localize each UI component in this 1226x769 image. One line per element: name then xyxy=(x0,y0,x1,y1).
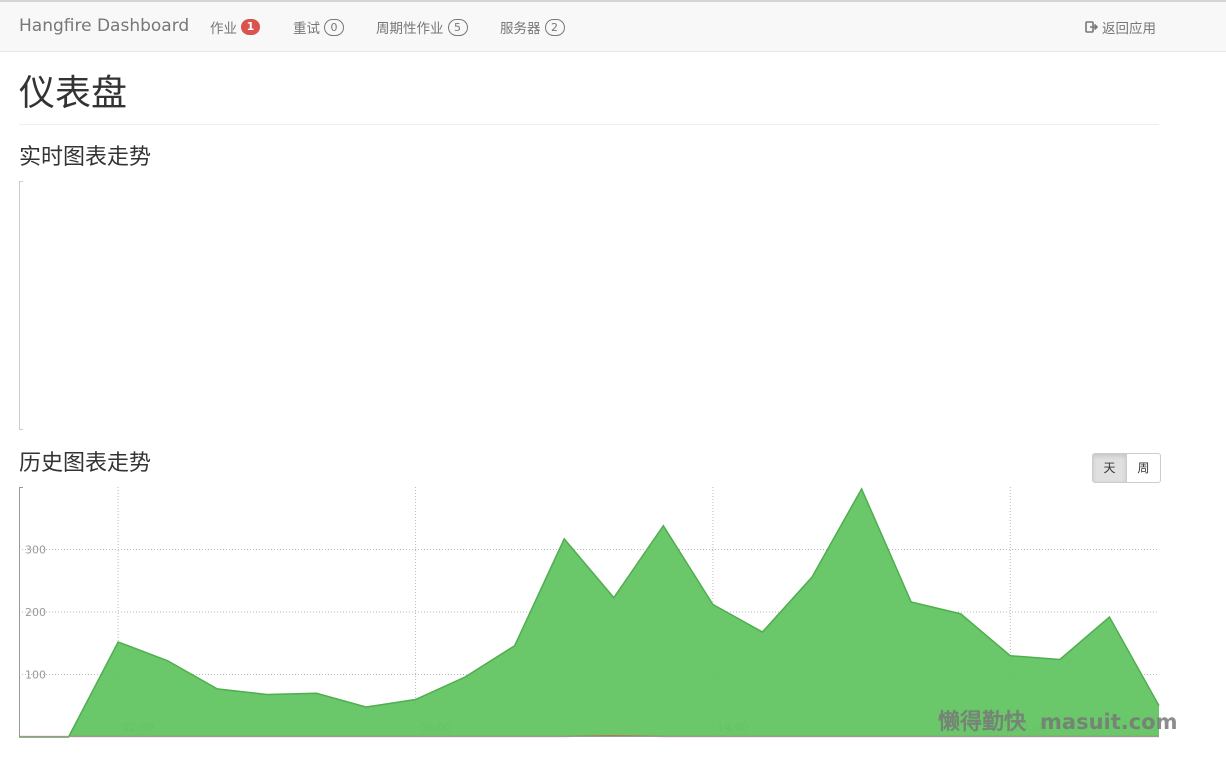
nav-item-recurring-jobs[interactable]: 周期性作业 5 xyxy=(376,17,468,37)
watermark-latin: masuit.com xyxy=(1040,710,1178,734)
day-range-button[interactable]: 天 xyxy=(1093,454,1126,482)
nav-item-retries[interactable]: 重试 0 xyxy=(293,17,344,37)
realtime-chart xyxy=(19,181,1159,430)
succeeded-area xyxy=(19,488,1159,737)
recurring-jobs-count-badge: 5 xyxy=(447,18,468,36)
realtime-axis-tick xyxy=(19,181,23,182)
page-title: 仪表盘 xyxy=(19,73,128,114)
jobs-count-badge: 1 xyxy=(241,19,260,35)
brand-link[interactable]: Hangfire Dashboard xyxy=(19,16,189,36)
nav-item-jobs[interactable]: 作业 1 xyxy=(210,17,260,37)
nav-item-servers-label: 服务器 xyxy=(500,21,541,37)
history-chart: 10020030002:0008:0014:0020:00 xyxy=(19,487,1160,738)
retries-count-badge: 0 xyxy=(324,18,344,36)
y-tick-label: 300 xyxy=(25,544,46,557)
week-range-button[interactable]: 周 xyxy=(1126,454,1160,482)
history-chart-svg: 10020030002:0008:0014:0020:00 xyxy=(19,487,1160,738)
sign-out-icon xyxy=(1085,20,1099,34)
navbar: Hangfire Dashboard 作业 1 重试 0 周期性作业 5 服务器… xyxy=(0,2,1226,52)
servers-count-badge: 2 xyxy=(544,18,565,36)
realtime-axis-tick xyxy=(19,429,23,430)
nav-item-servers[interactable]: 服务器 2 xyxy=(500,17,565,37)
y-tick-label: 100 xyxy=(25,669,46,682)
watermark: 懒得勤快 masuit.com xyxy=(938,704,1178,736)
back-to-app-label: 返回应用 xyxy=(1102,21,1156,37)
nav-item-recurring-jobs-label: 周期性作业 xyxy=(376,21,444,37)
title-divider xyxy=(19,124,1159,125)
watermark-cjk: 懒得勤快 xyxy=(938,709,1027,735)
back-to-app-link[interactable]: 返回应用 xyxy=(1085,17,1156,37)
y-tick-label: 200 xyxy=(25,606,46,619)
nav-item-retries-label: 重试 xyxy=(293,21,320,37)
history-graph-title: 历史图表走势 xyxy=(19,451,152,476)
realtime-graph-title: 实时图表走势 xyxy=(19,145,152,170)
history-range-toggle: 天 周 xyxy=(1092,453,1161,483)
realtime-y-axis xyxy=(19,181,20,430)
nav-item-jobs-label: 作业 xyxy=(210,21,237,37)
